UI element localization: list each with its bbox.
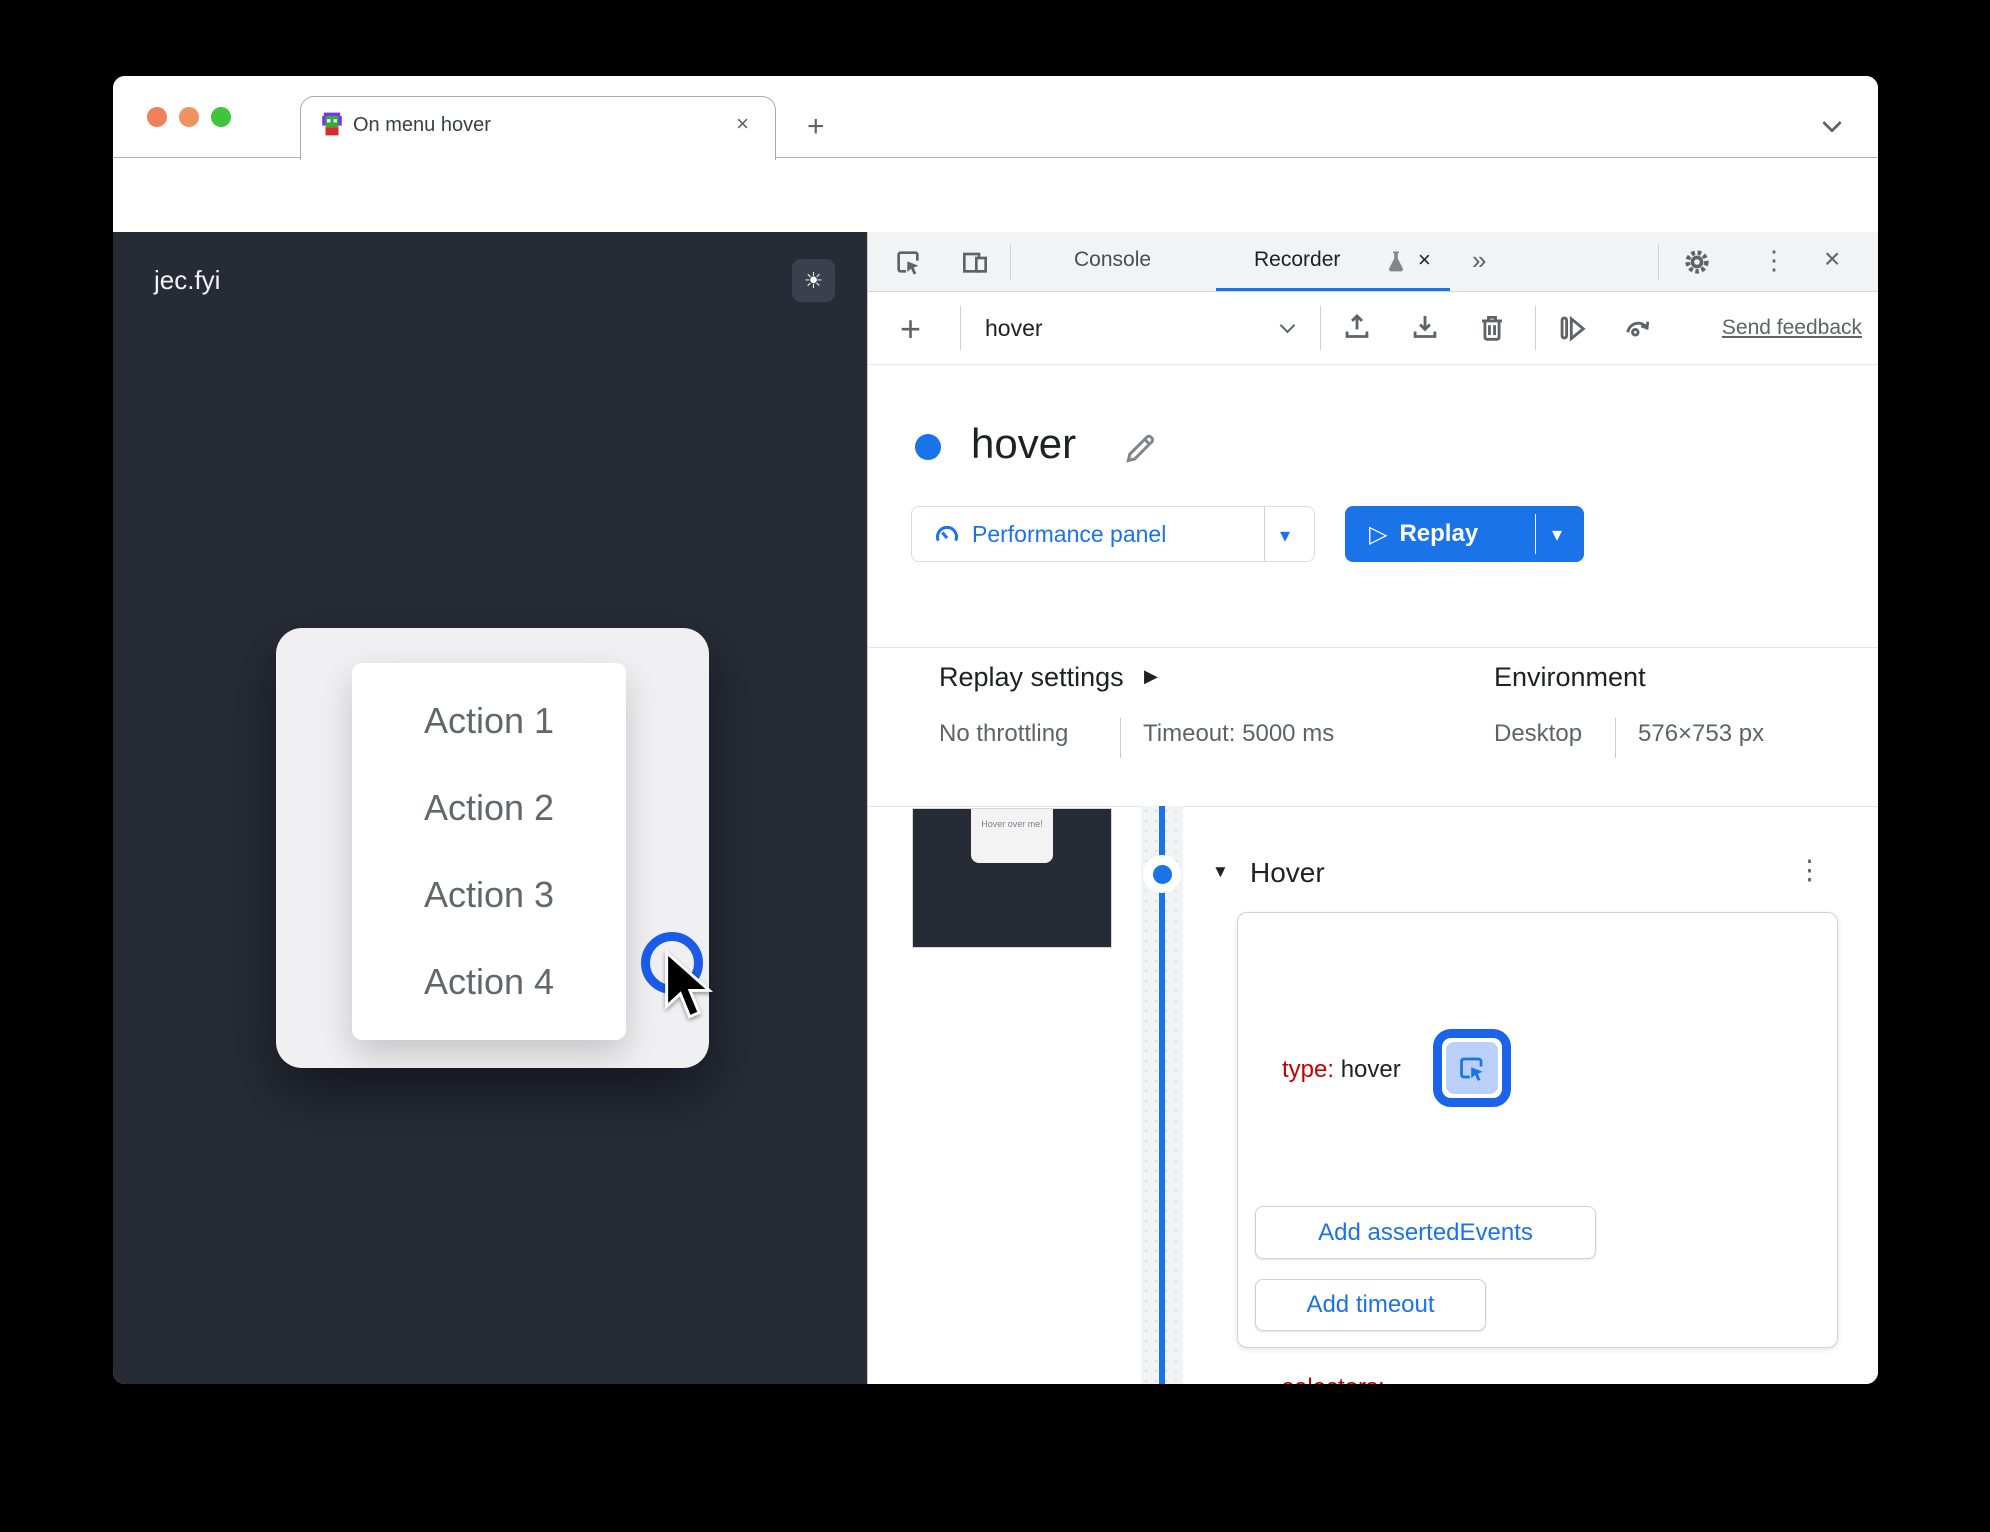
timeline-step-dot [1152,864,1172,884]
browser-window: On menu hover × + ← → jec.fyi/demo/menu-… [113,76,1878,1384]
replay-label: Replay [1399,520,1479,547]
environment-viewport: 576×753 px [1638,720,1765,747]
divider [868,647,1878,648]
play-outline-icon: ▷ [1369,520,1388,548]
slow-replay-icon[interactable] [1620,311,1654,345]
divider [1010,244,1011,280]
import-recording-icon[interactable] [1408,311,1442,345]
edit-title-pencil-icon[interactable] [1120,428,1160,468]
menu-item[interactable]: Action 2 [352,787,626,829]
divider [1658,244,1659,280]
environment-heading: Environment [1494,662,1646,692]
hover-demo-card[interactable]: Hover over me! Action 1 Action 2 Action … [276,628,709,1068]
window-minimize-button[interactable] [179,107,199,127]
delete-recording-trash-icon[interactable] [1475,311,1509,345]
performance-panel-button[interactable]: Performance panel ▾ [911,506,1315,562]
code-line: type: hover [1282,1043,1441,1096]
recording-select[interactable]: hover [985,315,1043,342]
pick-selector-icon [1446,1042,1498,1094]
tab-favicon [319,111,345,137]
recording-select-chevron-icon[interactable] [1279,317,1296,334]
timeline-step-marker[interactable] [1143,855,1181,893]
tab-title: On menu hover [353,114,491,136]
step-thumbnail[interactable]: Hover over me! [912,808,1112,948]
menu-item[interactable]: Action 3 [352,874,626,916]
window-zoom-button[interactable] [211,107,231,127]
send-feedback-link[interactable]: Send feedback [1722,316,1862,340]
new-tab-button[interactable]: + [807,112,825,142]
tab-console[interactable]: Console [1074,248,1151,272]
divider [960,306,961,350]
add-timeout-button[interactable]: Add timeout [1255,1279,1486,1331]
replay-settings-expand-icon[interactable]: ▶ [1144,666,1158,687]
step-title[interactable]: Hover [1250,857,1325,889]
code-value: hover [1340,1056,1401,1083]
replay-caret-icon[interactable]: ▾ [1552,522,1562,547]
tab-strip: On menu hover × + [113,76,1878,160]
tab-recorder[interactable]: Recorder [1254,248,1340,272]
menu-item[interactable]: Action 4 [352,961,626,1003]
step-replay-icon[interactable] [1555,311,1589,345]
code-key: selectors: [1282,1374,1385,1384]
page-viewport: jec.fyi ☀ Hover over me! Action 1 Action… [113,232,867,1384]
divider [868,806,1878,807]
code-key: type: [1282,1056,1335,1083]
environment-device: Desktop [1494,720,1583,747]
thumbnail-mini-card: Hover over me! [971,809,1053,863]
inspect-element-icon[interactable] [892,246,924,278]
throttling-value: No throttling [939,720,1069,747]
recording-title: hover [971,420,1077,467]
devtools-close-icon[interactable]: × [1824,243,1840,275]
active-tab-underline [1216,288,1450,291]
divider [1120,718,1121,758]
recorder-toolbar: + hover Send feedback [868,292,1878,365]
divider [1615,718,1616,758]
browser-tab[interactable]: On menu hover × [300,96,776,160]
settings-gear-icon[interactable] [1681,246,1713,278]
code-line: selectors: [1282,1361,1441,1384]
desktop-background: On menu hover × + ← → jec.fyi/demo/menu-… [0,0,1990,1532]
step-details-card: type: hover target: main selectors: sele… [1237,912,1838,1384]
menu-item[interactable]: Action 1 [352,700,626,742]
devtools-panel: Console Recorder × » ⋮ × + hover Send fe… [867,232,1878,1384]
divider [1535,514,1536,554]
timeout-value: Timeout: 5000 ms [1143,720,1335,747]
tab-close-icon[interactable]: × [736,111,749,137]
mouse-cursor-icon [660,949,714,1023]
recorder-flask-icon [1382,248,1410,276]
performance-panel-label: Performance panel [972,520,1167,547]
export-recording-icon[interactable] [1340,311,1374,345]
divider [1320,306,1321,350]
devtools-menu-dots-icon[interactable]: ⋮ [1761,245,1787,276]
step-collapse-icon[interactable]: ▼ [1212,862,1229,882]
replay-button[interactable]: ▷ Replay ▾ [1345,506,1584,562]
recording-status-dot [915,434,941,460]
tab-search-chevron-icon[interactable] [1822,113,1842,133]
divider [1535,306,1536,350]
devtools-tab-bar: Console Recorder × » ⋮ × [868,232,1878,292]
recorder-tab-close-icon[interactable]: × [1418,247,1431,273]
performance-caret-icon[interactable]: ▾ [1280,523,1290,548]
step-menu-dots-icon[interactable]: ⋮ [1796,855,1823,886]
add-recording-button[interactable]: + [900,308,921,350]
device-toolbar-icon[interactable] [959,246,991,278]
speedometer-icon [932,520,962,550]
divider [1264,507,1265,561]
theme-toggle-button[interactable]: ☀ [792,259,835,302]
sun-icon: ☀ [803,268,824,293]
add-asserted-events-button[interactable]: Add assertedEvents [1255,1206,1596,1259]
site-brand[interactable]: jec.fyi [154,265,220,296]
replay-settings-heading[interactable]: Replay settings [939,662,1124,693]
more-tabs-icon[interactable]: » [1472,245,1486,276]
window-close-button[interactable] [147,107,167,127]
browser-toolbar: ← → jec.fyi/demo/menu-hover ☆ [113,159,1878,305]
popup-menu: Action 1 Action 2 Action 3 Action 4 [352,663,626,1040]
pick-selector-button[interactable] [1433,1029,1511,1107]
